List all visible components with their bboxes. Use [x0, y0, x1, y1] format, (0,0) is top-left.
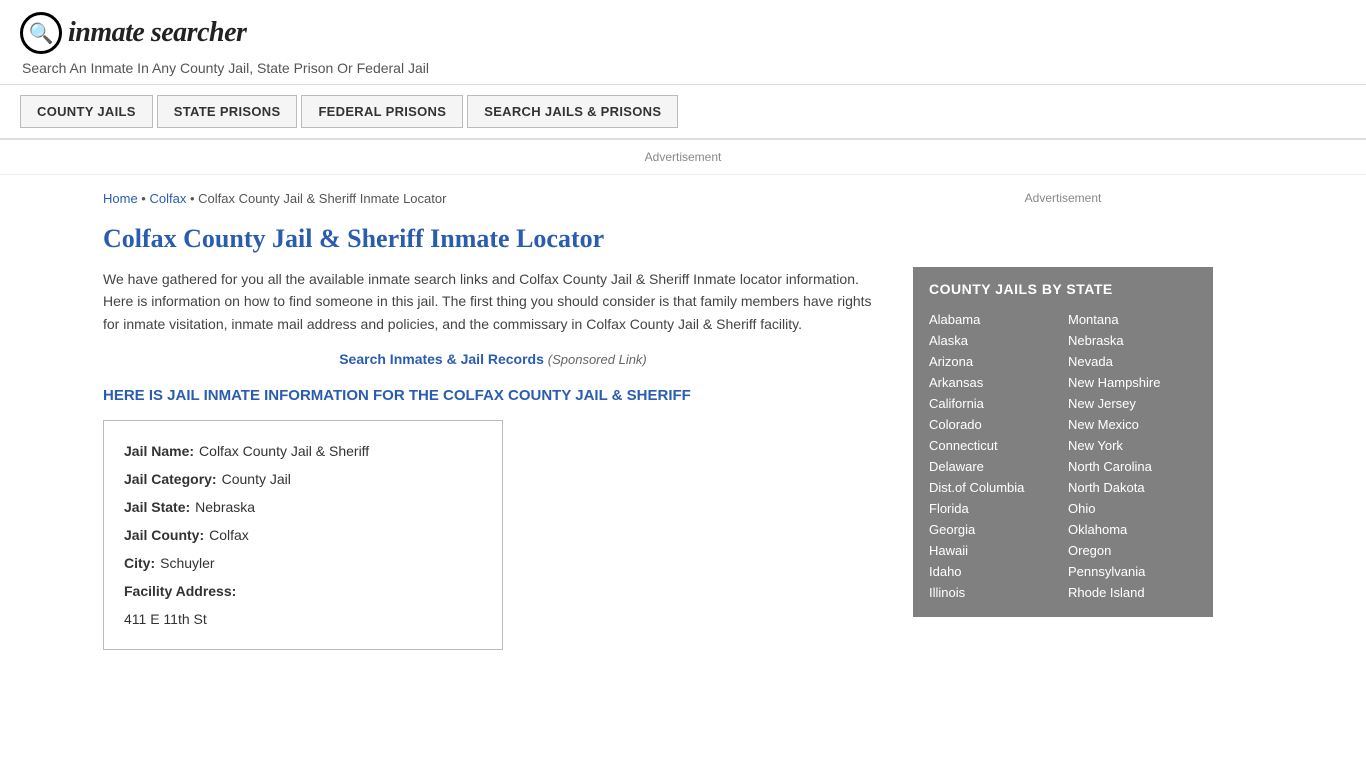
state-link-hawaii[interactable]: Hawaii [929, 540, 1058, 561]
main-content: Home • Colfax • Colfax County Jail & She… [103, 175, 903, 670]
state-link-idaho[interactable]: Idaho [929, 561, 1058, 582]
jail-category-value: County Jail [222, 465, 291, 493]
state-link-arkansas[interactable]: Arkansas [929, 372, 1058, 393]
breadcrumb-parent[interactable]: Colfax [149, 191, 186, 206]
jail-address-value-row: 411 E 11th St [124, 605, 482, 633]
jail-name-value: Colfax County Jail & Sheriff [199, 437, 369, 465]
sponsored-label: (Sponsored Link) [548, 352, 647, 367]
state-link-oklahoma[interactable]: Oklahoma [1068, 519, 1197, 540]
sidebar: Advertisement COUNTY JAILS BY STATE Alab… [903, 175, 1213, 670]
states-grid: AlabamaAlaskaArizonaArkansasCaliforniaCo… [929, 309, 1197, 603]
state-link-california[interactable]: California [929, 393, 1058, 414]
jail-category-label: Jail Category: [124, 465, 217, 493]
breadcrumb-home[interactable]: Home [103, 191, 138, 206]
jail-info-box: Jail Name: Colfax County Jail & Sheriff … [103, 420, 503, 650]
state-link-nevada[interactable]: Nevada [1068, 351, 1197, 372]
logo-text: inmate searcher [68, 17, 246, 49]
jail-state-label: Jail State: [124, 493, 190, 521]
state-link-new-york[interactable]: New York [1068, 435, 1197, 456]
nav-search-jails[interactable]: SEARCH JAILS & PRISONS [467, 95, 678, 128]
state-link-nebraska[interactable]: Nebraska [1068, 330, 1197, 351]
state-link-new-jersey[interactable]: New Jersey [1068, 393, 1197, 414]
jail-county-label: Jail County: [124, 521, 204, 549]
state-link-alaska[interactable]: Alaska [929, 330, 1058, 351]
jail-city-label: City: [124, 549, 155, 577]
info-heading: HERE IS JAIL INMATE INFORMATION FOR THE … [103, 387, 883, 404]
nav-bar: COUNTY JAILS STATE PRISONS FEDERAL PRISO… [0, 85, 1366, 140]
state-link-georgia[interactable]: Georgia [929, 519, 1058, 540]
intro-text: We have gathered for you all the availab… [103, 268, 883, 335]
jail-city-value: Schuyler [160, 549, 214, 577]
jail-state-row: Jail State: Nebraska [124, 493, 482, 521]
jail-address-row: Facility Address: [124, 577, 482, 605]
state-link-north-carolina[interactable]: North Carolina [1068, 456, 1197, 477]
states-col2: MontanaNebraskaNevadaNew HampshireNew Je… [1068, 309, 1197, 603]
page-title: Colfax County Jail & Sheriff Inmate Loca… [103, 224, 883, 254]
state-link-illinois[interactable]: Illinois [929, 582, 1058, 603]
state-link-alabama[interactable]: Alabama [929, 309, 1058, 330]
tagline: Search An Inmate In Any County Jail, Sta… [22, 60, 1346, 76]
nav-state-prisons[interactable]: STATE PRISONS [157, 95, 298, 128]
state-link-pennsylvania[interactable]: Pennsylvania [1068, 561, 1197, 582]
state-link-ohio[interactable]: Ohio [1068, 498, 1197, 519]
jail-name-label: Jail Name: [124, 437, 194, 465]
jail-address-label: Facility Address: [124, 577, 236, 605]
state-link-montana[interactable]: Montana [1068, 309, 1197, 330]
state-link-rhode-island[interactable]: Rhode Island [1068, 582, 1197, 603]
breadcrumb-current: Colfax County Jail & Sheriff Inmate Loca… [198, 191, 446, 206]
jail-city-row: City: Schuyler [124, 549, 482, 577]
sidebar-advertisement: Advertisement [913, 191, 1213, 251]
jail-county-value: Colfax [209, 521, 249, 549]
state-link-new-mexico[interactable]: New Mexico [1068, 414, 1197, 435]
breadcrumb: Home • Colfax • Colfax County Jail & She… [103, 191, 883, 206]
jail-address-value: 411 E 11th St [124, 605, 207, 633]
state-link-colorado[interactable]: Colorado [929, 414, 1058, 435]
jail-category-row: Jail Category: County Jail [124, 465, 482, 493]
state-link-delaware[interactable]: Delaware [929, 456, 1058, 477]
county-jails-by-state-title: COUNTY JAILS BY STATE [929, 281, 1197, 297]
state-link-dist-of-columbia[interactable]: Dist.of Columbia [929, 477, 1058, 498]
nav-county-jails[interactable]: COUNTY JAILS [20, 95, 153, 128]
jail-county-row: Jail County: Colfax [124, 521, 482, 549]
state-link-oregon[interactable]: Oregon [1068, 540, 1197, 561]
jail-name-row: Jail Name: Colfax County Jail & Sheriff [124, 437, 482, 465]
state-link-florida[interactable]: Florida [929, 498, 1058, 519]
search-link-area: Search Inmates & Jail Records (Sponsored… [103, 351, 883, 367]
advertisement-top: Advertisement [0, 140, 1366, 175]
jail-state-value: Nebraska [195, 493, 255, 521]
states-col1: AlabamaAlaskaArizonaArkansasCaliforniaCo… [929, 309, 1058, 603]
state-link-connecticut[interactable]: Connecticut [929, 435, 1058, 456]
logo-icon: 🔍 [20, 12, 62, 54]
state-link-north-dakota[interactable]: North Dakota [1068, 477, 1197, 498]
state-link-new-hampshire[interactable]: New Hampshire [1068, 372, 1197, 393]
county-jails-by-state-box: COUNTY JAILS BY STATE AlabamaAlaskaArizo… [913, 267, 1213, 617]
logo-area: 🔍 inmate searcher [20, 12, 1346, 54]
search-inmates-link[interactable]: Search Inmates & Jail Records [339, 351, 544, 367]
state-link-arizona[interactable]: Arizona [929, 351, 1058, 372]
nav-federal-prisons[interactable]: FEDERAL PRISONS [301, 95, 463, 128]
